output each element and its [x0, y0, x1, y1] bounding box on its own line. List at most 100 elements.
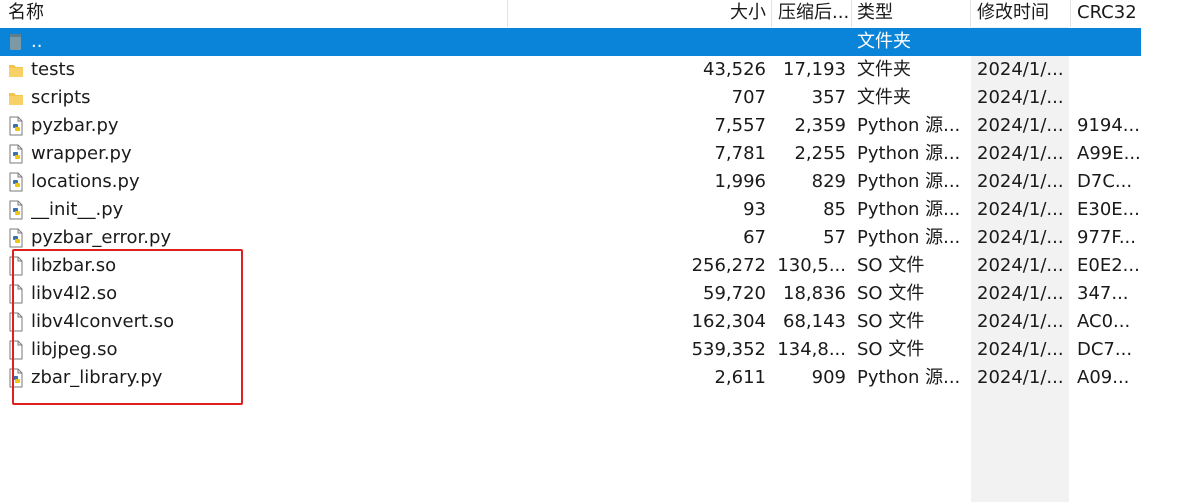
folder-icon — [7, 88, 25, 108]
file-size: 7,781 — [714, 143, 766, 164]
python-file-icon — [7, 200, 25, 220]
file-modified: 2024/1/... — [977, 339, 1064, 360]
file-modified: 2024/1/... — [977, 171, 1064, 192]
file-name: scripts — [31, 87, 91, 108]
file-type: SO 文件 — [857, 255, 925, 276]
file-packed-size: 18,836 — [783, 283, 846, 304]
file-packed-size: 85 — [823, 199, 846, 220]
file-size: 2,611 — [714, 367, 766, 388]
file-row[interactable]: tests 43,526 17,193 文件夹 2024/1/... — [0, 56, 1141, 84]
file-size: 1,996 — [714, 171, 766, 192]
python-file-icon — [7, 228, 25, 248]
file-modified: 2024/1/... — [977, 143, 1064, 164]
file-crc32 — [1077, 84, 1141, 112]
file-crc32: D7C... — [1077, 171, 1133, 192]
file-type: SO 文件 — [857, 283, 925, 304]
column-header-modified[interactable]: 修改时间 — [977, 0, 1069, 27]
file-name: __init__.py — [31, 199, 124, 220]
file-modified: 2024/1/... — [977, 283, 1064, 304]
highlight-box — [12, 249, 243, 405]
column-divider[interactable] — [851, 0, 852, 27]
file-size: 67 — [743, 227, 766, 248]
file-crc32: A99E... — [1077, 143, 1141, 164]
column-header-bar: 名称 大小 压缩后... 类型 修改时间 CRC32 — [0, 0, 1202, 27]
file-size: 539,352 — [691, 339, 766, 360]
file-packed-size: 909 — [811, 367, 846, 388]
file-type: Python 源... — [857, 199, 961, 220]
file-type: SO 文件 — [857, 339, 925, 360]
file-size: 59,720 — [703, 283, 766, 304]
file-row[interactable]: pyzbar.py 7,557 2,359 Python 源... 2024/1/...… — [0, 112, 1141, 140]
file-row[interactable]: pyzbar_error.py 67 57 Python 源... 2024/1/...… — [0, 224, 1141, 252]
file-name: wrapper.py — [31, 143, 132, 164]
file-crc32: DC7... — [1077, 339, 1133, 360]
file-crc32: 977F... — [1077, 227, 1136, 248]
file-modified: 2024/1/... — [977, 59, 1064, 80]
file-crc32: 347... — [1077, 283, 1129, 304]
file-packed-size: 2,359 — [794, 115, 846, 136]
file-size: 93 — [743, 199, 766, 220]
file-type: Python 源... — [857, 143, 961, 164]
file-modified: 2024/1/... — [977, 367, 1064, 388]
column-header-packed[interactable]: 压缩后... — [778, 0, 850, 27]
file-row[interactable]: __init__.py 93 85 Python 源... 2024/1/... E30E… — [0, 196, 1141, 224]
file-crc32: E0E2... — [1077, 255, 1140, 276]
column-header-size[interactable]: 大小 — [660, 0, 766, 27]
file-row[interactable]: .. 文件夹 — [0, 28, 1141, 56]
python-file-icon — [7, 172, 25, 192]
file-size — [660, 28, 766, 56]
file-modified: 2024/1/... — [977, 255, 1064, 276]
file-type: Python 源... — [857, 115, 961, 136]
file-type: 文件夹 — [857, 31, 911, 52]
file-modified: 2024/1/... — [977, 115, 1064, 136]
file-row[interactable]: locations.py 1,996 829 Python 源... 2024/1/..… — [0, 168, 1141, 196]
file-name: locations.py — [31, 171, 140, 192]
file-crc32: AC0... — [1077, 311, 1131, 332]
file-type: 文件夹 — [857, 87, 911, 108]
file-row[interactable]: wrapper.py 7,781 2,255 Python 源... 2024/1/..… — [0, 140, 1141, 168]
column-divider[interactable] — [507, 0, 508, 27]
file-modified: 2024/1/... — [977, 199, 1064, 220]
file-name: tests — [31, 59, 75, 80]
file-packed-size: 357 — [811, 87, 846, 108]
file-crc32: E30E... — [1077, 199, 1140, 220]
column-divider[interactable] — [970, 0, 971, 27]
file-size: 707 — [731, 87, 766, 108]
column-header-type[interactable]: 类型 — [857, 0, 967, 27]
folder-icon — [7, 60, 25, 80]
file-type: Python 源... — [857, 171, 961, 192]
file-crc32: 9194... — [1077, 115, 1140, 136]
folder-up-icon — [7, 32, 25, 52]
file-type: Python 源... — [857, 227, 961, 248]
column-divider[interactable] — [771, 0, 772, 27]
file-packed-size: 17,193 — [783, 59, 846, 80]
file-packed-size: 68,143 — [783, 311, 846, 332]
file-packed-size: 134,8... — [777, 339, 846, 360]
file-size: 7,557 — [714, 115, 766, 136]
file-name: pyzbar_error.py — [31, 227, 172, 248]
column-header-crc[interactable]: CRC32 — [1077, 0, 1147, 27]
file-size: 256,272 — [691, 255, 766, 276]
file-name: .. — [31, 31, 43, 52]
file-crc32: A09... — [1077, 367, 1130, 388]
file-packed-size: 2,255 — [794, 143, 846, 164]
python-file-icon — [7, 144, 25, 164]
file-type: Python 源... — [857, 367, 961, 388]
file-modified — [977, 28, 1069, 56]
file-name: pyzbar.py — [31, 115, 119, 136]
file-modified: 2024/1/... — [977, 87, 1064, 108]
file-packed-size: 130,5... — [777, 255, 846, 276]
column-header-name[interactable]: 名称 — [8, 0, 498, 27]
column-divider[interactable] — [1070, 0, 1071, 27]
file-packed-size: 829 — [811, 171, 846, 192]
file-packed-size: 57 — [823, 227, 846, 248]
file-crc32 — [1077, 28, 1141, 56]
python-file-icon — [7, 116, 25, 136]
file-type: 文件夹 — [857, 59, 911, 80]
file-packed-size — [770, 28, 846, 56]
file-crc32 — [1077, 56, 1141, 84]
file-modified: 2024/1/... — [977, 227, 1064, 248]
file-size: 162,304 — [691, 311, 766, 332]
file-row[interactable]: scripts 707 357 文件夹 2024/1/... — [0, 84, 1141, 112]
file-size: 43,526 — [703, 59, 766, 80]
